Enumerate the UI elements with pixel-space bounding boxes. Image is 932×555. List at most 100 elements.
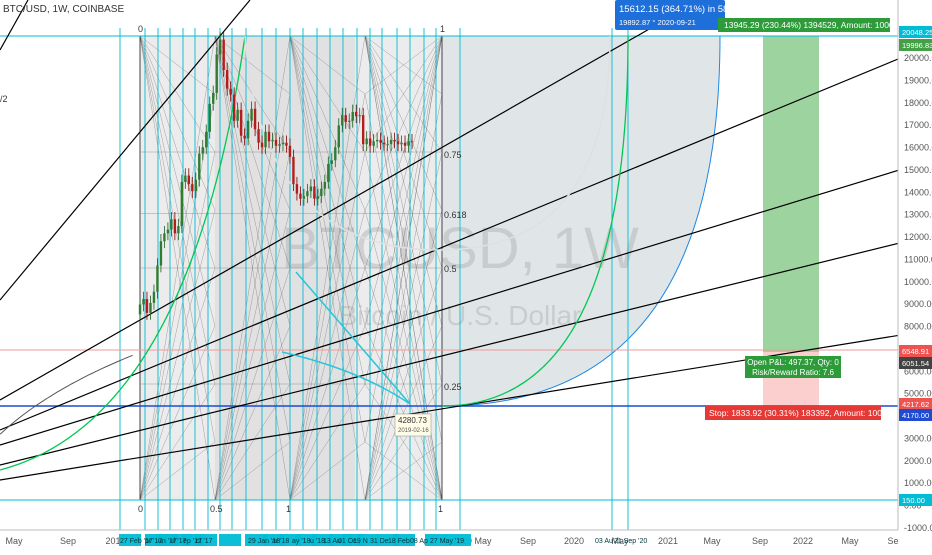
chart-canvas[interactable]: BTCUSD, 1WBitcoin / U.S. Dollar 0.250.50… xyxy=(0,0,932,550)
fib-label-0.75: 0.75 xyxy=(444,150,462,160)
y-tick-label: 11000.00 xyxy=(904,254,932,264)
candle-body xyxy=(313,186,316,199)
gann-label-0: 0 xyxy=(138,24,143,34)
x-tick-label: 2021 xyxy=(658,536,678,546)
candle-body xyxy=(407,141,410,146)
candle-body xyxy=(285,142,288,146)
y-tick-label: 18000.00 xyxy=(904,98,932,108)
x-tick-label: 2020 xyxy=(564,536,584,546)
y-tick-label: 16000.00 xyxy=(904,143,932,153)
candle-body xyxy=(264,131,267,148)
date-tag-label: 19 N xyxy=(353,538,368,545)
candle-body xyxy=(306,191,309,197)
y-tick-label: -1000.00 xyxy=(904,523,932,533)
candle-body xyxy=(138,304,142,315)
candle-body xyxy=(170,219,173,230)
candle-body xyxy=(219,39,222,55)
candle-body xyxy=(215,54,218,93)
candle-body xyxy=(205,131,208,148)
x-tick-label: Sep xyxy=(60,536,76,546)
low-point-value: 4280.73 xyxy=(398,416,427,425)
date-tag-label: 31 De xyxy=(370,538,389,545)
candle-body xyxy=(400,142,403,145)
candle-body xyxy=(239,109,243,136)
target-zone xyxy=(763,36,819,352)
x-tick-label: May xyxy=(5,536,23,546)
candle-body xyxy=(149,302,152,313)
date-tag-bg xyxy=(219,534,241,546)
candle-body xyxy=(372,141,375,146)
candle-body xyxy=(292,156,295,185)
candle-body xyxy=(163,233,166,242)
y-tick-label: 3000.00 xyxy=(904,433,932,443)
x-tick-label: May xyxy=(841,536,859,546)
y-tick-label: 14000.00 xyxy=(904,187,932,197)
candle-body xyxy=(243,135,246,139)
candle-body xyxy=(379,139,382,143)
risk-reward: Risk/Reward Ratio: 7.6 xyxy=(752,368,834,377)
candle-body xyxy=(274,139,278,146)
candle-body xyxy=(232,94,236,121)
candle-body xyxy=(281,142,285,145)
candle-body xyxy=(309,186,313,192)
low-point-date: 2019-02-16 xyxy=(398,428,429,434)
y-tick-label: 15000.00 xyxy=(904,165,932,175)
stop-label: Stop: 1833.92 (30.31%) 183392, Amount: 1… xyxy=(709,408,887,418)
y-tick-label: 9000.00 xyxy=(904,299,932,309)
target-box-line2: 19892.87 ° 2020-09-21 xyxy=(619,18,696,27)
y-tick-label: 20000.00 xyxy=(904,53,932,63)
date-tag-label: 03 Au xyxy=(595,538,613,545)
gann-label-half: 0.5 xyxy=(210,504,223,514)
price-marker-label: 19996.83 xyxy=(902,41,932,50)
x-tick-label: 2022 xyxy=(793,536,813,546)
candle-body xyxy=(271,139,274,142)
y-tick-label: 10000.00 xyxy=(904,277,932,287)
date-tag-label: ay '18 xyxy=(292,538,311,545)
candle-body xyxy=(355,111,358,117)
candle-body xyxy=(225,70,229,89)
candle-body xyxy=(299,193,302,199)
candle-body xyxy=(145,299,149,313)
candle-body xyxy=(194,179,197,192)
candle-body xyxy=(260,142,264,148)
candle-body xyxy=(184,175,187,182)
price-marker-label: 6051.54 xyxy=(902,359,929,368)
date-tag-label: 21 Sep '20 xyxy=(614,538,647,545)
candle-body xyxy=(222,39,225,71)
candle-body xyxy=(323,181,327,189)
candle-body xyxy=(191,184,194,192)
x-tick-label: May xyxy=(474,536,492,546)
candle-body xyxy=(236,109,239,121)
date-tag-label: 08 Ap xyxy=(410,538,428,545)
candle-body xyxy=(159,241,163,266)
y-tick-label: 5000.00 xyxy=(904,389,932,399)
candle-body xyxy=(410,141,414,143)
candle-body xyxy=(257,129,260,143)
x-tick-label: 201 xyxy=(105,536,120,546)
target-box-line1: 15612.15 (364.71%) in 581d xyxy=(619,4,739,15)
left-label: /2 xyxy=(0,94,8,104)
candle-body xyxy=(166,229,170,234)
candle-body xyxy=(375,139,379,142)
y-tick-label: 8000.00 xyxy=(904,322,932,332)
y-tick-label: 2000.00 xyxy=(904,456,932,466)
fib-label-1: 1 xyxy=(440,24,445,34)
date-tag-label: 27 May '19 xyxy=(430,538,464,545)
chart-stage[interactable]: BTCUSD, 1W Bitcoin / U.S. Dollar 0.25 0.5 0… xyxy=(0,0,932,550)
candle-body xyxy=(212,92,215,104)
candle-body xyxy=(187,175,191,185)
candle-body xyxy=(358,115,361,117)
candle-body xyxy=(341,115,344,126)
price-marker-label: 4217.62 xyxy=(902,400,929,409)
candle-body xyxy=(361,115,365,145)
x-tick-label: Sep xyxy=(752,536,768,546)
candle-body xyxy=(316,196,320,199)
y-tick-label: 1000.00 xyxy=(904,478,932,488)
candle-body xyxy=(393,139,396,142)
candle-body xyxy=(278,144,281,146)
candle-body xyxy=(246,120,250,139)
x-tick-label: May xyxy=(703,536,721,546)
y-tick-label: 12000.00 xyxy=(904,232,932,242)
open-pnl: Open P&L: 497.37, Qty: 0 xyxy=(747,358,839,367)
gann-label-1-bottom: 1 xyxy=(286,504,291,514)
